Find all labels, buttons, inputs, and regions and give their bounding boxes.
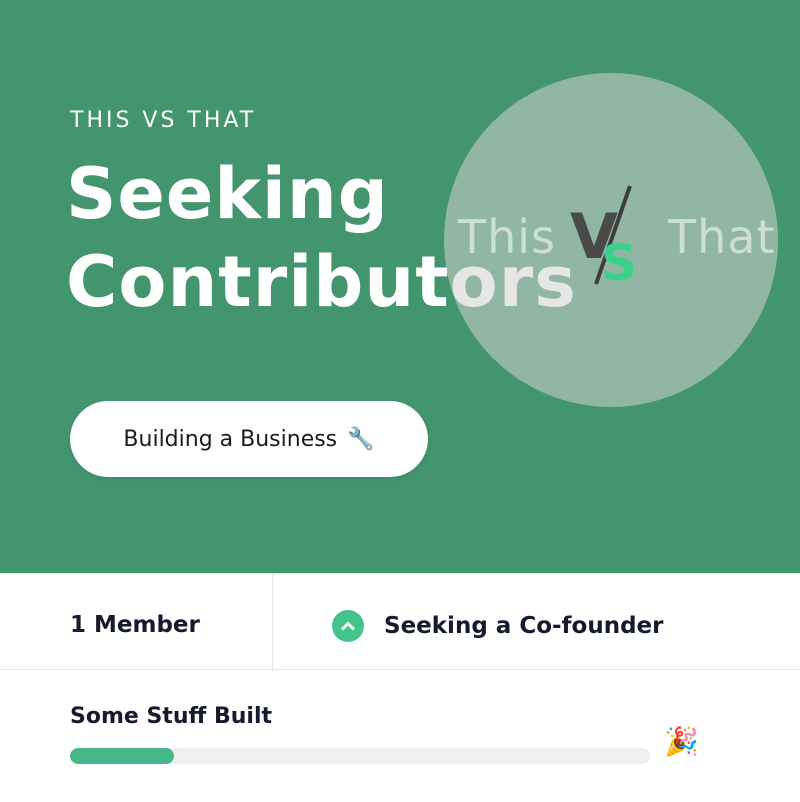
project-stats: 1 Member Seeking a Co-founder — [0, 573, 800, 671]
vs-logo-icon: V S — [570, 185, 637, 290]
party-popper-icon: 🎉 — [664, 725, 699, 758]
hero-banner: THIS VS THAT Seeking Contributors This T… — [0, 0, 800, 573]
chevron-up-icon — [332, 610, 364, 642]
progress-bar-fill — [70, 748, 175, 764]
progress-bar — [70, 748, 650, 764]
seeking-status: Seeking a Co-founder — [332, 610, 664, 642]
stats-divider — [272, 574, 273, 671]
logo-s-letter: S — [601, 234, 637, 290]
stage-button-label: Building a Business — [123, 426, 338, 452]
wrench-icon: 🔧 — [347, 426, 375, 451]
member-count: 1 Member — [70, 612, 200, 638]
logo-text-that: That — [668, 210, 776, 264]
logo-text-this: This — [458, 210, 556, 264]
project-eyebrow: THIS VS THAT — [70, 108, 257, 133]
stage-button[interactable]: Building a Business 🔧 — [70, 401, 428, 477]
progress-label: Some Stuff Built — [70, 704, 272, 729]
seeking-label: Seeking a Co-founder — [384, 613, 664, 639]
